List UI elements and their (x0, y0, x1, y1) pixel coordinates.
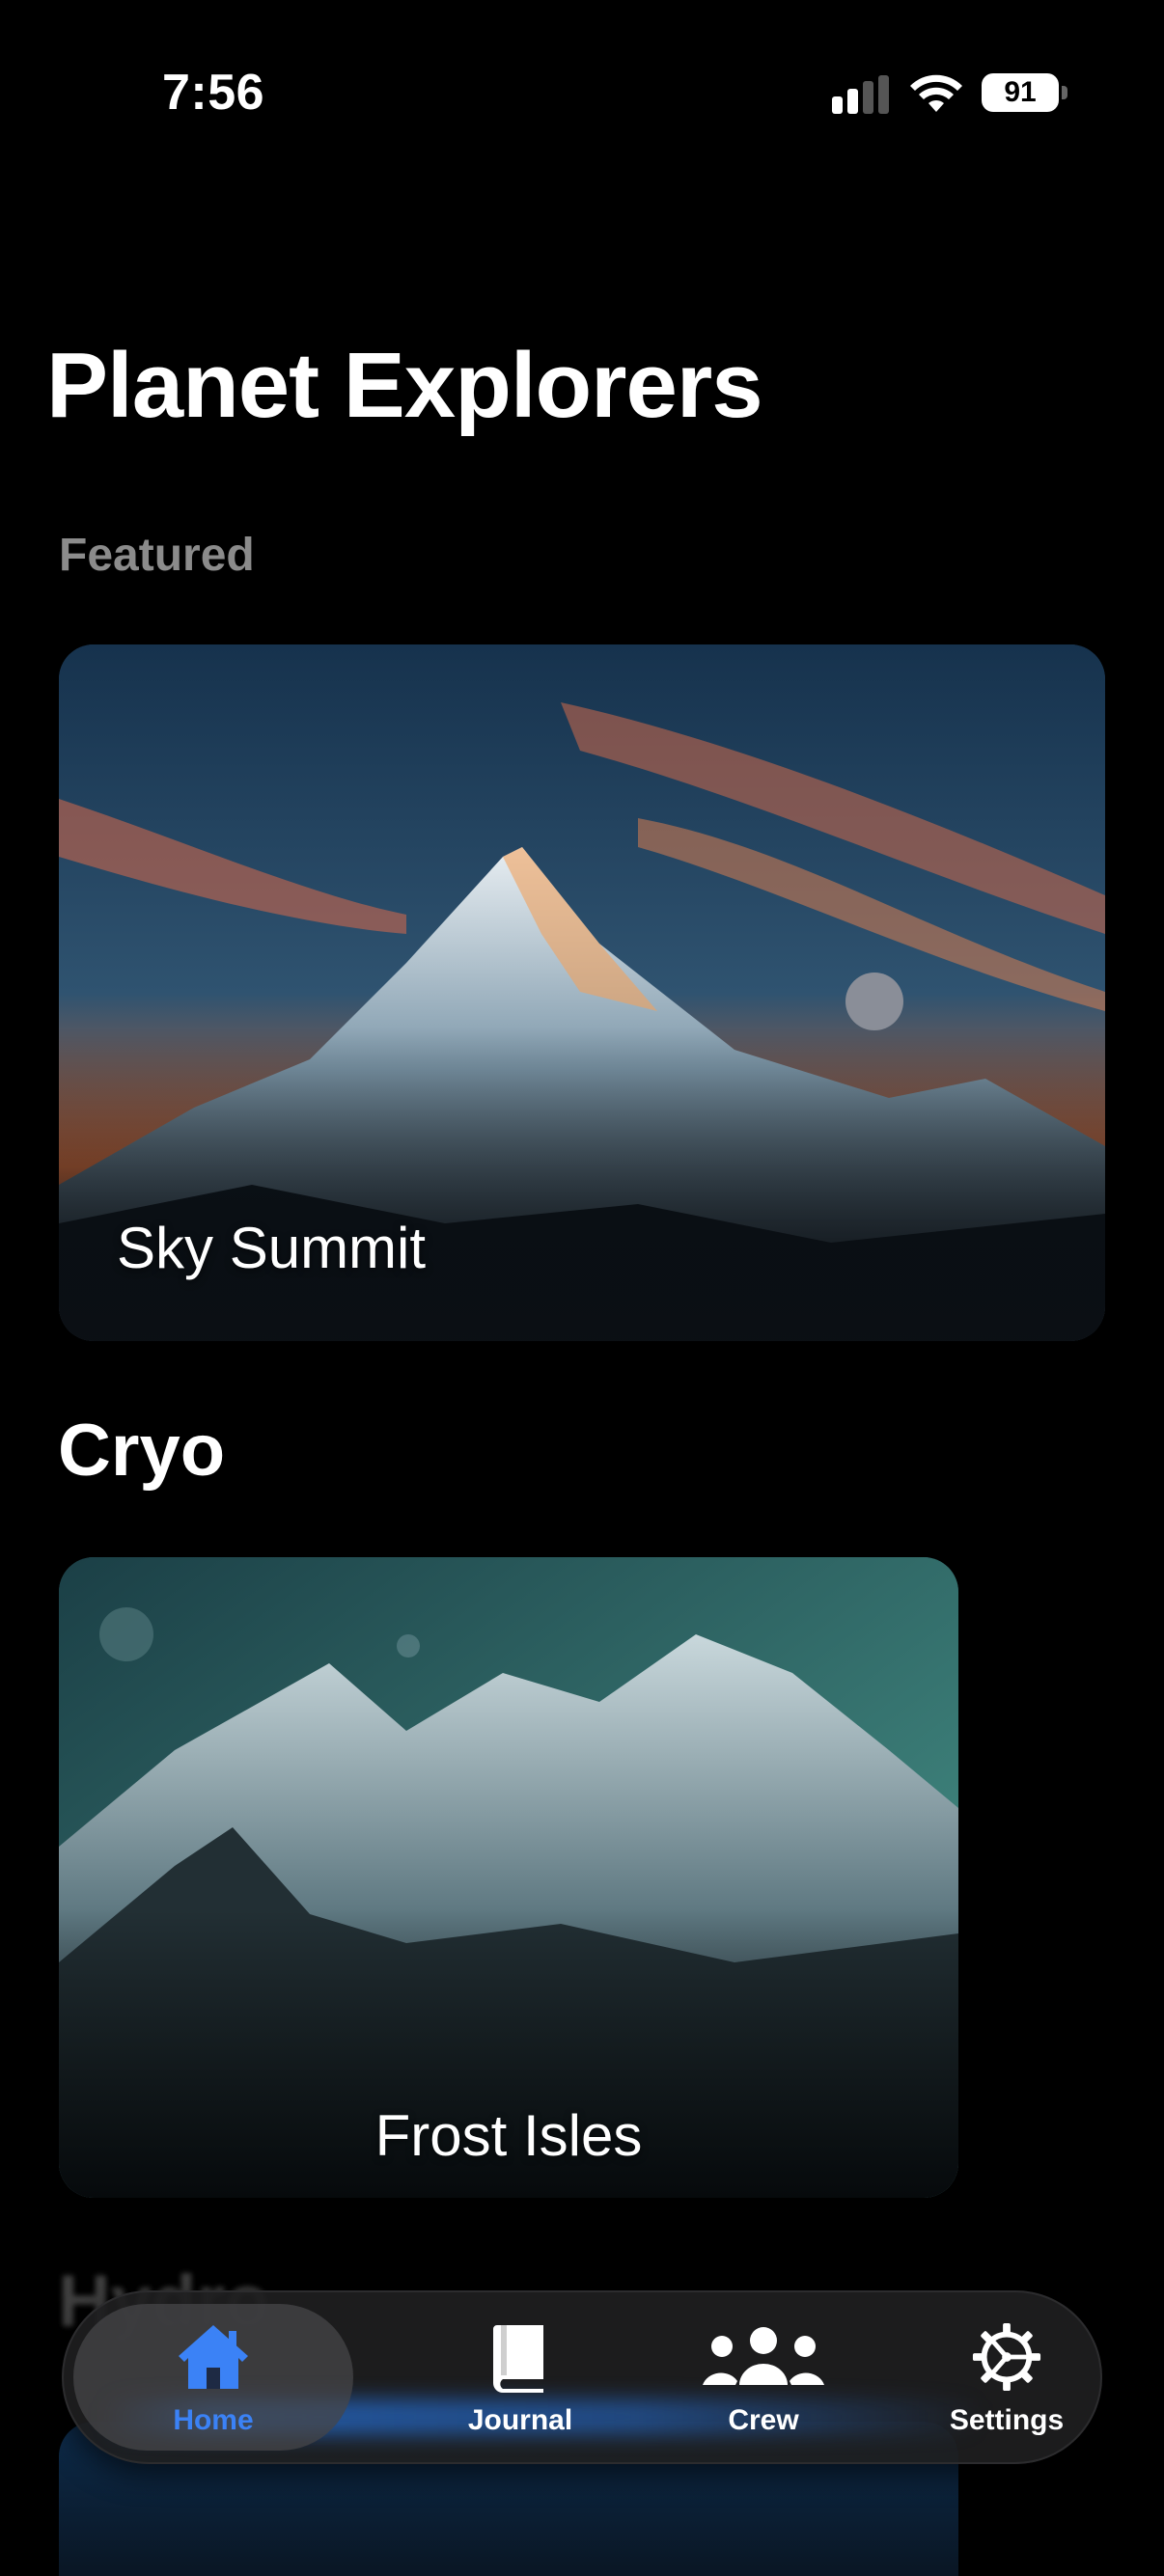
tab-crew[interactable]: Crew (648, 2290, 879, 2464)
page-title: Planet Explorers (46, 334, 763, 437)
tab-home-label: Home (173, 2404, 254, 2436)
book-icon (493, 2325, 543, 2393)
battery-icon: 91 (982, 73, 1067, 112)
tab-home[interactable]: Home (73, 2304, 353, 2451)
featured-card[interactable]: Sky Summit (59, 644, 1105, 1341)
battery-level: 91 (1004, 76, 1037, 108)
featured-card-title: Sky Summit (117, 1216, 427, 1280)
frost-isles-card[interactable]: Frost Isles (59, 1557, 958, 2198)
tab-settings[interactable]: Settings (891, 2290, 1122, 2464)
tab-journal[interactable]: Journal (404, 2290, 636, 2464)
tab-bar: Home Journal Crew Settings (62, 2290, 1102, 2464)
cellular-signal-icon (832, 75, 892, 114)
wifi-icon (910, 74, 962, 112)
section-heading-cryo: Cryo (58, 1410, 226, 1492)
gear-icon (972, 2322, 1041, 2392)
tab-crew-label: Crew (728, 2404, 799, 2436)
tab-journal-label: Journal (467, 2404, 573, 2436)
section-heading-featured: Featured (59, 530, 255, 581)
frost-isles-card-title: Frost Isles (374, 2103, 643, 2168)
status-time: 7:56 (162, 65, 265, 121)
house-icon (179, 2325, 248, 2389)
status-bar: 7:56 91 (0, 0, 1164, 174)
people-icon (703, 2327, 824, 2385)
tab-settings-label: Settings (949, 2404, 1065, 2436)
